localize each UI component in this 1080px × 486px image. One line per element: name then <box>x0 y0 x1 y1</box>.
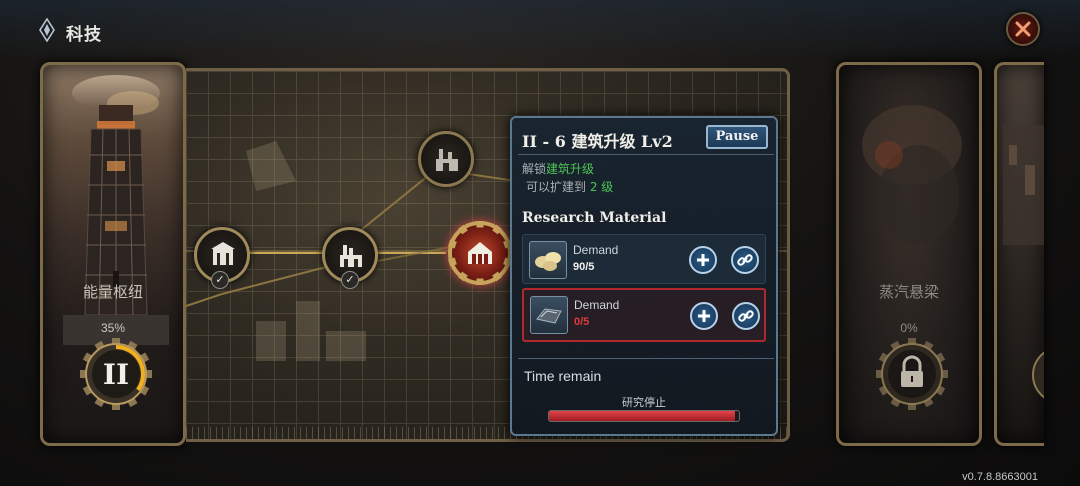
house-icon <box>468 242 492 264</box>
demand-count: 0/5 <box>574 316 590 328</box>
diamond-emblem-icon <box>39 18 55 42</box>
research-progress-fill <box>549 411 736 421</box>
tier-label: II <box>103 358 129 391</box>
metal-ingot-icon <box>536 308 562 324</box>
tree-node-3[interactable] <box>418 131 474 187</box>
unlock-item: 建筑升级 <box>546 162 595 176</box>
top-bar: 科技 <box>0 0 1080 60</box>
steam-illustration <box>862 105 962 245</box>
research-status: 研究停止 <box>622 396 666 409</box>
page-title: 科技 <box>66 25 102 45</box>
completed-check: ✓ <box>341 271 359 289</box>
tech-category-card-steam-beam[interactable]: 蒸汽悬梁 0% <box>836 62 982 446</box>
plus-icon <box>697 254 709 266</box>
tech-category-card-energy-hub[interactable]: 能量枢纽 35% II <box>40 62 186 446</box>
factory-icon <box>340 245 362 267</box>
tree-node-4[interactable] <box>448 221 512 285</box>
section-title: Research Material <box>522 210 667 226</box>
divider <box>518 154 774 155</box>
pause-button[interactable]: Pause <box>706 125 768 149</box>
material-row: Demand 90/5 <box>522 234 766 284</box>
material-row: Demand 0/5 <box>522 288 766 342</box>
link-icon <box>737 254 753 266</box>
close-icon <box>1015 21 1031 37</box>
tier-gear-badge: II <box>80 338 152 410</box>
locked-gear-badge <box>1032 351 1044 399</box>
material-source-button[interactable] <box>732 302 760 330</box>
card-title: 蒸汽悬梁 <box>878 283 939 301</box>
card-progress-text: 35% <box>100 321 126 335</box>
locked-gear-badge <box>876 338 948 410</box>
city-illustration <box>1003 125 1044 245</box>
add-material-button[interactable] <box>689 246 717 274</box>
divider <box>518 358 774 359</box>
material-slot[interactable] <box>530 296 568 334</box>
plus-icon <box>698 310 710 322</box>
tech-category-card-next[interactable] <box>994 62 1044 446</box>
expand-line: 可以扩建到 2 级 <box>526 178 613 195</box>
research-title: II - 6 建筑升级 Lv2 <box>522 132 673 151</box>
material-source-button[interactable] <box>731 246 759 274</box>
factory-icon <box>436 149 458 171</box>
unlock-prefix: 解锁 <box>522 162 547 176</box>
card-title: 能量枢纽 <box>82 283 143 301</box>
demand-count: 90/5 <box>573 261 595 273</box>
bread-icon <box>535 252 561 271</box>
tower-illustration <box>63 75 169 345</box>
material-slot[interactable] <box>529 241 567 279</box>
research-detail-popup: II - 6 建筑升级 Lv2 Pause 解锁建筑升级 可以扩建到 2 级 R… <box>510 116 778 436</box>
completed-check: ✓ <box>211 271 229 289</box>
demand-label: Demand <box>574 298 620 312</box>
building-icon <box>211 242 235 265</box>
link-icon <box>738 310 754 322</box>
research-progress-bar <box>548 410 740 422</box>
card-progress-text: 0% <box>900 321 918 335</box>
version-label: v0.7.8.8663001 <box>962 471 1038 483</box>
expand-level: 2 级 <box>589 180 614 194</box>
close-button[interactable] <box>1006 12 1040 46</box>
unlock-line: 解锁建筑升级 <box>522 160 594 177</box>
demand-label: Demand <box>573 243 619 257</box>
time-remain-label: Time remain <box>524 368 602 384</box>
add-material-button[interactable] <box>690 302 718 330</box>
expand-prefix: 可以扩建到 <box>526 180 590 194</box>
